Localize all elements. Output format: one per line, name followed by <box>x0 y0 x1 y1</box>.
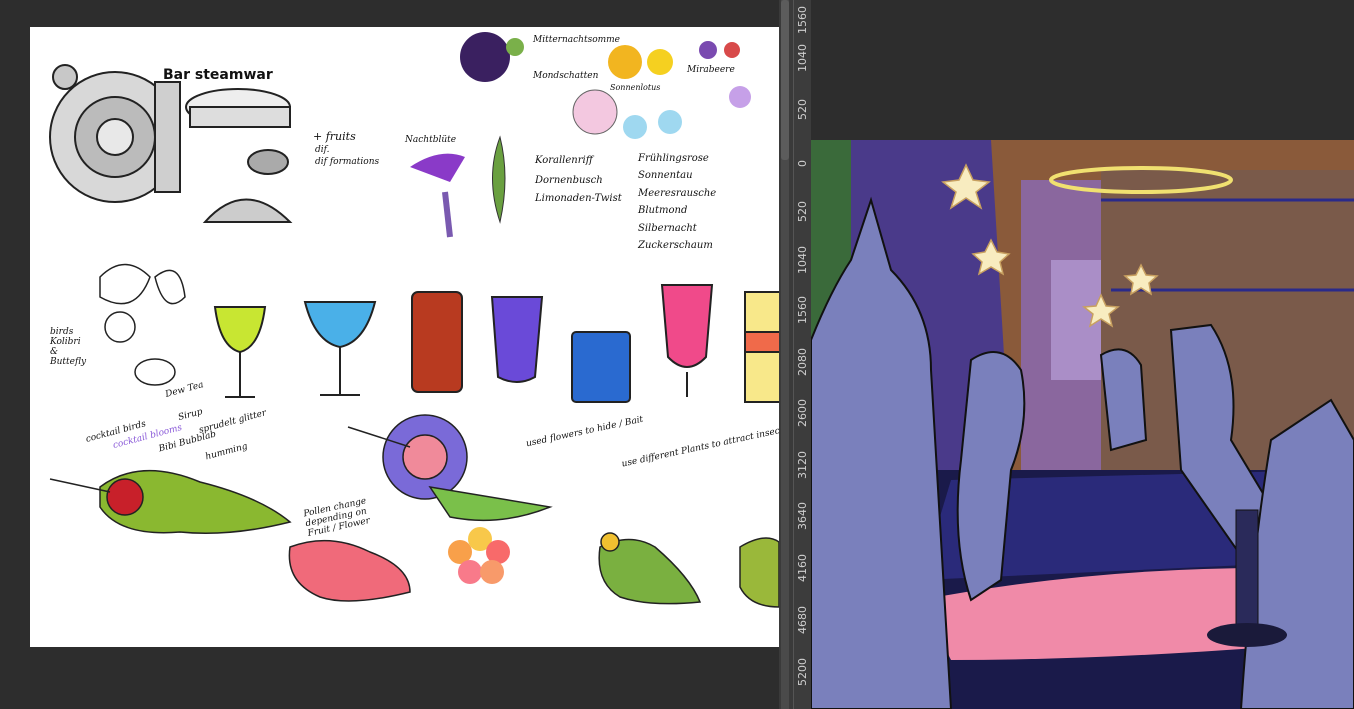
flower-sketches <box>410 32 751 238</box>
bar-sketch-title: Bar steamwar <box>163 67 273 83</box>
label-dornenbusch: Dornenbusch <box>535 175 603 186</box>
label-blutmond: Blutmond <box>638 205 688 216</box>
ruler-tick: 5200 <box>796 658 809 686</box>
fruits-note-3: dif formations <box>315 157 380 167</box>
label-birds-notes: birds Kolibri & Buttefly <box>50 327 87 367</box>
ruler-tick: 4680 <box>796 606 809 634</box>
ruler-tick: 1040 <box>796 246 809 274</box>
scrollbar-thumb[interactable] <box>781 0 789 160</box>
ruler-tick: 3640 <box>796 502 809 530</box>
ruler-tick: 1560 <box>796 6 809 34</box>
label-sonnentau: Sonnentau <box>638 170 693 181</box>
ruler-tick: 3120 <box>796 451 809 479</box>
fruits-note: + fruits <box>313 130 356 143</box>
vertical-scrollbar[interactable] <box>781 0 789 709</box>
ruler-tick: 2080 <box>796 348 809 376</box>
ruler-tick: 1040 <box>796 44 809 72</box>
illustration-canvas[interactable] <box>811 140 1354 709</box>
ruler-tick: 4160 <box>796 554 809 582</box>
machine-sketch <box>49 64 181 203</box>
label-korallenriff: Korallenriff <box>535 155 593 166</box>
label-mondschatten: Mondschatten <box>533 71 599 81</box>
bar-sketch <box>185 88 293 223</box>
label-meeresrausche: Meeresrausche <box>638 188 717 199</box>
fruits-note-2: dif. <box>315 145 330 155</box>
pollen-swatches <box>448 527 510 584</box>
ruler-tick: 520 <box>796 201 809 222</box>
label-zuckerschaum: Zuckerschaum <box>638 240 713 251</box>
bar-scene-illustration <box>811 140 1354 709</box>
concept-sheet-drawing <box>49 32 779 608</box>
label-nachtblute: Nachtblüte <box>405 135 457 145</box>
bird-sketches <box>99 263 186 386</box>
workspace: Bar steamwar + fruits dif. dif formation… <box>0 0 1354 709</box>
ruler-tick: 2600 <box>796 399 809 427</box>
label-silbernacht: Silbernacht <box>638 223 697 234</box>
ruler-tick: 1560 <box>796 296 809 324</box>
ruler-tick: 0 <box>796 160 809 167</box>
label-fruhlingsrose: Frühlingsrose <box>638 153 709 164</box>
label-mitternacht: Mitternachtsomme <box>533 35 621 45</box>
ruler-tick: 520 <box>796 99 809 120</box>
concept-sheet-canvas[interactable]: Bar steamwar + fruits dif. dif formation… <box>30 27 779 647</box>
cocktail-drawings <box>213 284 779 403</box>
vertical-ruler: 1560 1040 520 0 520 1040 1560 2080 2600 … <box>793 0 811 709</box>
label-limonaden: Limonaden-Twist <box>535 193 622 204</box>
label-mirabeere: Mirabeere <box>687 65 735 75</box>
label-sonnenlotus: Sonnenlotus <box>610 83 661 92</box>
